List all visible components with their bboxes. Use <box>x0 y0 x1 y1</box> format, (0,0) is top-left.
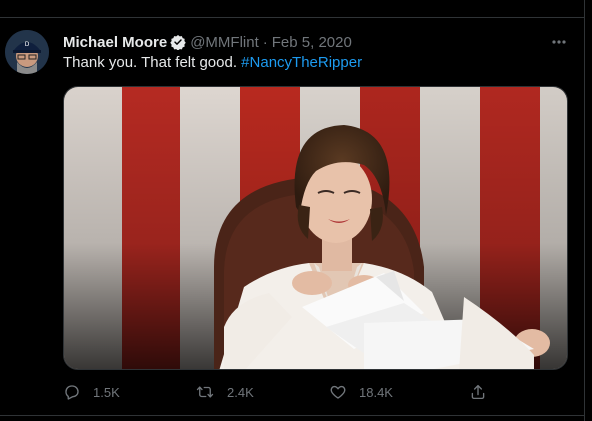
tweet-media[interactable] <box>63 86 568 370</box>
tweet-text: Thank you. That felt good. #NancyTheRipp… <box>63 53 362 73</box>
svg-text:D: D <box>25 41 30 48</box>
tweet-date[interactable]: Feb 5, 2020 <box>272 34 352 51</box>
avatar[interactable]: D <box>5 30 49 74</box>
avatar-image: D <box>5 30 49 74</box>
share-icon <box>471 384 485 400</box>
share-button[interactable] <box>469 380 487 404</box>
tweet-header: Michael Moore @MMFlint · Feb 5, 2020 <box>63 32 352 52</box>
retweet-button[interactable]: 2.4K <box>195 380 254 404</box>
like-button[interactable]: 18.4K <box>329 380 393 404</box>
reply-icon <box>65 385 79 400</box>
reply-count: 1.5K <box>93 384 120 400</box>
reply-button[interactable]: 1.5K <box>63 380 120 404</box>
hashtag-link[interactable]: #NancyTheRipper <box>241 54 362 71</box>
header-separator: · <box>262 33 268 51</box>
retweet-icon <box>196 386 214 398</box>
retweet-count: 2.4K <box>227 384 254 400</box>
tweet-text-plain: Thank you. That felt good. <box>63 54 242 71</box>
media-photo <box>64 87 567 369</box>
author-handle[interactable]: @MMFlint <box>190 34 259 51</box>
heart-icon <box>330 385 346 399</box>
right-divider <box>584 0 585 421</box>
verified-badge-icon <box>170 34 186 51</box>
tweet-frame: D Michael Moore @MMFlint · Feb 5, 2020 T… <box>0 0 592 421</box>
tweet-actions: 1.5K 2.4K 18.4K <box>63 380 523 404</box>
bottom-divider <box>0 415 584 416</box>
more-horizontal-icon <box>552 40 566 44</box>
like-count: 18.4K <box>359 384 393 400</box>
more-options-button[interactable] <box>549 34 569 50</box>
top-divider <box>0 17 584 18</box>
author-name[interactable]: Michael Moore <box>63 34 167 51</box>
